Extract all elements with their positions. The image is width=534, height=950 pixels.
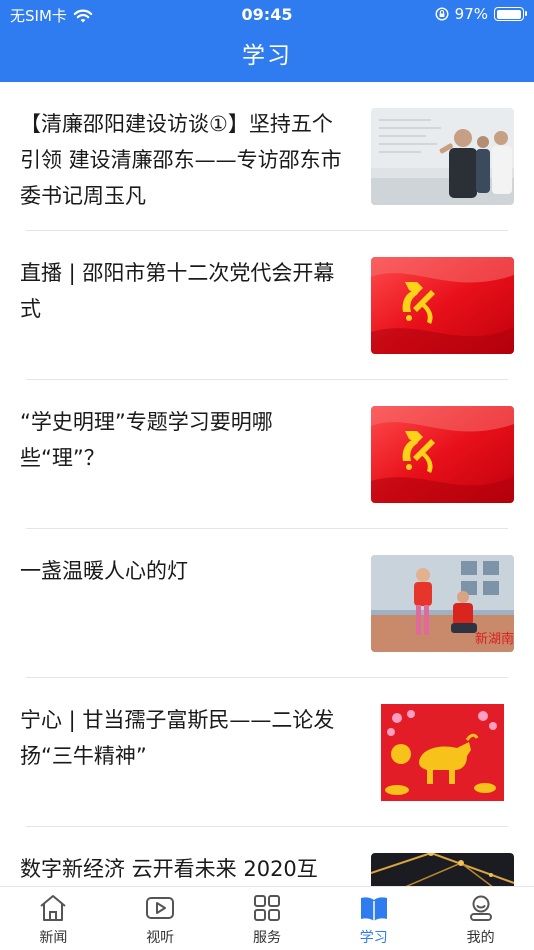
news-thumbnail-ox-new-year-poster <box>371 704 514 801</box>
video-icon <box>146 897 175 919</box>
news-item[interactable]: 宁心 | 甘当孺子富斯民——二论发扬“三牛精神” <box>0 678 534 827</box>
news-item[interactable]: 【清廉邵阳建设访谈①】坚持五个引领 建设清廉邵东——专访邵东市委书记周玉凡 <box>0 82 534 231</box>
news-thumbnail-meeting-photo <box>371 108 514 205</box>
tab-services[interactable]: 服务 <box>214 887 321 950</box>
tab-label: 我的 <box>466 930 495 946</box>
news-item[interactable]: “学史明理”专题学习要明哪些“理”？ <box>0 380 534 529</box>
app-header: 无SIM卡 09:45 97% 学习 <box>0 0 534 82</box>
battery-fill <box>496 9 521 19</box>
tab-label: 新闻 <box>39 930 68 946</box>
page-title: 学习 <box>242 43 292 69</box>
news-title: 宁心 | 甘当孺子富斯民——二论发扬“三牛精神” <box>20 708 335 768</box>
news-item[interactable]: 数字新经济 云开看未来 2020互 <box>0 827 534 886</box>
news-thumbnail-digital-economy-photo <box>371 853 514 886</box>
news-title: 一盏温暖人心的灯 <box>20 559 188 583</box>
tab-mine[interactable]: 我的 <box>427 887 534 950</box>
tab-label: 服务 <box>252 930 281 946</box>
bottom-tab-bar: 新闻 视听 服务 学习 我的 <box>0 886 534 950</box>
tab-label: 学习 <box>359 930 388 946</box>
news-thumbnail-volunteer-photo: 新湖南 <box>371 555 514 652</box>
news-title: 直播 | 邵阳市第十二次党代会开幕式 <box>20 261 335 321</box>
home-icon <box>40 895 67 921</box>
tab-study[interactable]: 学习 <box>320 887 427 950</box>
status-bar: 无SIM卡 09:45 97% <box>0 0 534 28</box>
book-icon <box>360 897 387 921</box>
news-title: 数字新经济 云开看未来 2020互 <box>20 857 318 881</box>
tab-audio-video[interactable]: 视听 <box>107 887 214 950</box>
news-title: “学史明理”专题学习要明哪些“理”？ <box>20 410 273 470</box>
news-item[interactable]: 一盏温暖人心的灯 新湖南 <box>0 529 534 678</box>
profile-icon <box>469 895 492 921</box>
news-thumbnail-party-flag <box>371 257 514 354</box>
news-thumbnail-party-flag <box>371 406 514 503</box>
battery-area: 97% <box>435 5 527 23</box>
battery-percent: 97% <box>454 5 488 23</box>
grid-icon <box>253 895 280 921</box>
news-list[interactable]: 【清廉邵阳建设访谈①】坚持五个引领 建设清廉邵东——专访邵东市委书记周玉凡 直播… <box>0 82 534 886</box>
news-title: 【清廉邵阳建设访谈①】坚持五个引领 建设清廉邵东——专访邵东市委书记周玉凡 <box>20 112 342 208</box>
battery-icon <box>494 7 527 21</box>
svg-text:新湖南: 新湖南 <box>475 631 514 647</box>
news-item[interactable]: 直播 | 邵阳市第十二次党代会开幕式 <box>0 231 534 380</box>
tab-label: 视听 <box>146 930 175 946</box>
rotation-lock-icon <box>435 7 449 21</box>
tab-news[interactable]: 新闻 <box>0 887 107 950</box>
